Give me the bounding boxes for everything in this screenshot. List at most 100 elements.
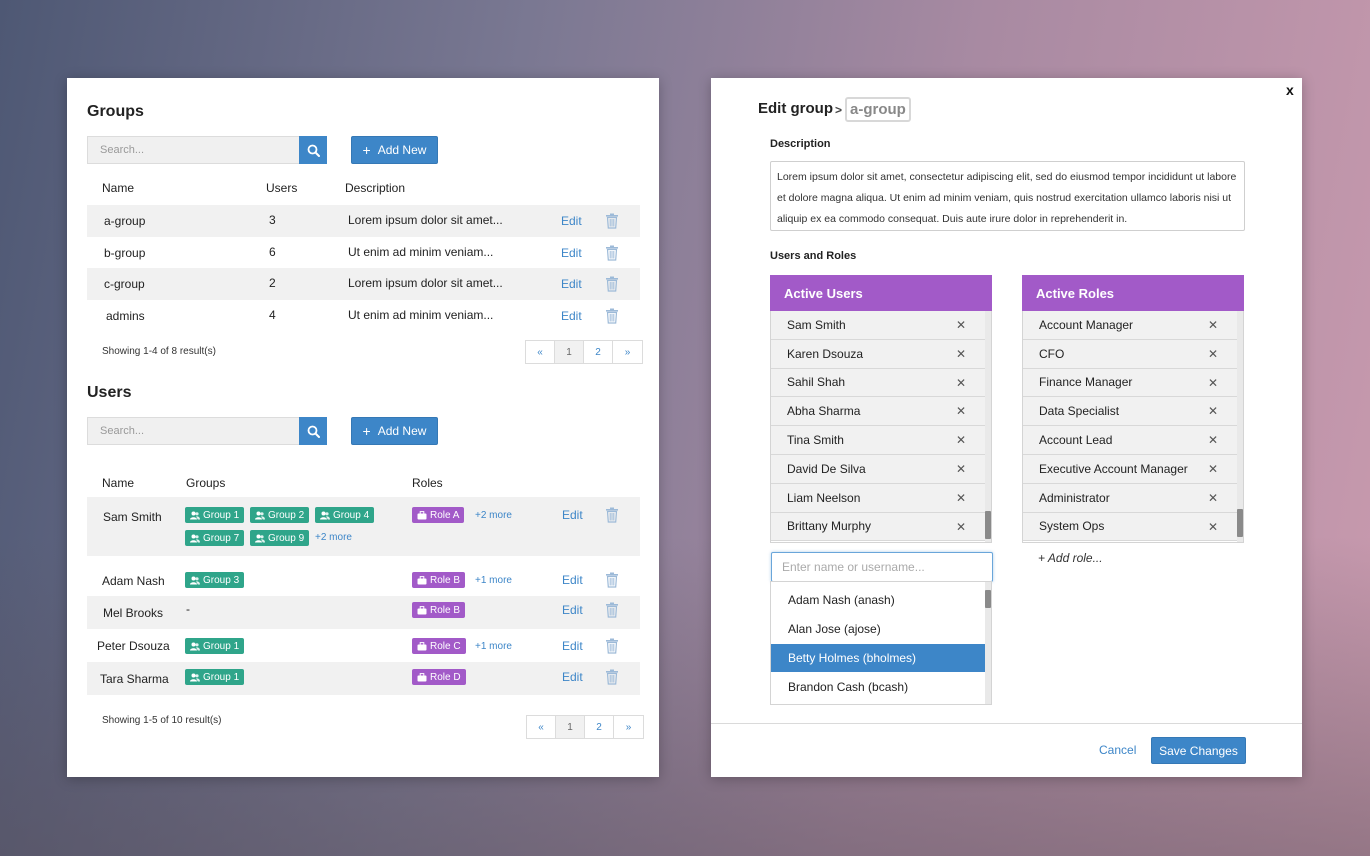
add-role-link[interactable]: + Add role...: [1038, 551, 1103, 565]
users-page-prev[interactable]: «: [527, 716, 556, 738]
groups-more-link[interactable]: +2 more: [315, 532, 352, 543]
trash-icon[interactable]: [605, 572, 619, 588]
group-edit-link[interactable]: Edit: [561, 246, 582, 260]
user-row: Sam Smith Group 1 Group 2 Group 4 Group 7 Gro…: [87, 497, 640, 556]
active-role-item: Administrator ✕: [1023, 483, 1238, 513]
roles-more-link[interactable]: +2 more: [475, 510, 512, 521]
close-icon[interactable]: ✕: [956, 433, 966, 447]
trash-icon[interactable]: [605, 669, 619, 685]
description-field[interactable]: Lorem ipsum dolor sit amet, consectetur …: [770, 161, 1245, 231]
close-icon[interactable]: ✕: [956, 462, 966, 476]
user-edit-link[interactable]: Edit: [562, 670, 583, 684]
close-icon[interactable]: ✕: [956, 404, 966, 418]
group-tag-label: Group 7: [203, 532, 240, 544]
group-edit-link[interactable]: Edit: [561, 277, 582, 291]
groups-page-1[interactable]: 1: [555, 341, 584, 363]
users-search-input[interactable]: [87, 417, 299, 445]
trash-icon[interactable]: [605, 308, 619, 324]
group-tag[interactable]: Group 7: [185, 530, 245, 546]
groups-add-new-button[interactable]: + Add New: [351, 136, 438, 164]
role-tag[interactable]: Role B: [412, 572, 466, 588]
suggestions-scrollbar[interactable]: [985, 582, 991, 704]
roles-more-link[interactable]: +1 more: [475, 641, 512, 652]
role-tag[interactable]: Role B: [412, 602, 466, 618]
users-icon: [255, 511, 268, 520]
users-page-next[interactable]: »: [614, 716, 643, 738]
trash-icon[interactable]: [605, 245, 619, 261]
close-icon[interactable]: ✕: [1208, 318, 1218, 332]
users-icon: [190, 576, 203, 585]
group-tag[interactable]: Group 3: [185, 572, 245, 588]
user-suggestion-item[interactable]: Adam Nash (anash): [771, 586, 986, 615]
users-page-2[interactable]: 2: [585, 716, 614, 738]
user-suggestion-item[interactable]: Brandon Cash (bcash): [771, 672, 986, 701]
close-icon[interactable]: ✕: [956, 491, 966, 505]
users-showing-count: Showing 1-5 of 10 result(s): [102, 715, 222, 726]
active-role-item: Data Specialist ✕: [1023, 397, 1238, 427]
user-edit-link[interactable]: Edit: [562, 573, 583, 587]
close-icon[interactable]: ✕: [1208, 347, 1218, 361]
group-row: admins 4 Ut enim ad minim veniam... Edit: [87, 300, 640, 332]
trash-icon[interactable]: [605, 276, 619, 292]
active-role-item: Account Manager ✕: [1023, 311, 1238, 340]
role-tag[interactable]: Role D: [412, 669, 466, 685]
user-edit-link[interactable]: Edit: [562, 508, 583, 522]
group-edit-link[interactable]: Edit: [561, 214, 582, 228]
group-edit-link[interactable]: Edit: [561, 309, 582, 323]
groups-page-prev[interactable]: «: [526, 341, 555, 363]
user-edit-link[interactable]: Edit: [562, 639, 583, 653]
user-name: Tara Sharma: [100, 672, 169, 686]
active-users-scrollbar[interactable]: [985, 311, 991, 542]
trash-icon[interactable]: [605, 213, 619, 229]
users-add-new-button[interactable]: + Add New: [351, 417, 438, 445]
active-user-item: Tina Smith ✕: [771, 426, 986, 455]
group-tag[interactable]: Group 4: [315, 507, 375, 523]
active-roles-scrollbar[interactable]: [1237, 311, 1243, 542]
save-changes-button[interactable]: Save Changes: [1151, 737, 1246, 764]
active-role-item-label: Finance Manager: [1039, 375, 1133, 390]
close-icon[interactable]: x: [1286, 82, 1294, 98]
user-name: Adam Nash: [102, 574, 165, 588]
close-icon[interactable]: ✕: [1208, 404, 1218, 418]
groups-page-2[interactable]: 2: [584, 341, 613, 363]
active-user-item: Sahil Shah ✕: [771, 368, 986, 398]
group-row: b-group 6 Ut enim ad minim veniam... Edit: [87, 237, 640, 269]
active-user-item-label: Sam Smith: [787, 317, 846, 332]
close-icon[interactable]: ✕: [1208, 491, 1218, 505]
trash-icon[interactable]: [605, 507, 619, 523]
user-search-input[interactable]: [771, 552, 993, 582]
user-suggestion-item[interactable]: Alan Jose (ajose): [771, 615, 986, 644]
groups-search-button[interactable]: [299, 136, 327, 164]
user-suggestion-item[interactable]: Betty Holmes (bholmes): [771, 643, 986, 673]
close-icon[interactable]: ✕: [956, 318, 966, 332]
users-icon: [190, 673, 203, 682]
close-icon[interactable]: ✕: [956, 520, 966, 534]
users-search-button[interactable]: [299, 417, 327, 445]
active-role-item: Account Lead ✕: [1023, 426, 1238, 455]
groups-pagination: « 1 2 »: [525, 340, 643, 364]
roles-more-link[interactable]: +1 more: [475, 575, 512, 586]
briefcase-icon: [417, 575, 430, 585]
group-tag[interactable]: Group 1: [185, 507, 245, 523]
close-icon[interactable]: ✕: [956, 347, 966, 361]
trash-icon[interactable]: [605, 602, 619, 618]
group-tag[interactable]: Group 1: [185, 638, 245, 654]
group-tag[interactable]: Group 1: [185, 669, 245, 685]
role-tag-label: Role D: [430, 671, 461, 683]
cancel-button[interactable]: Cancel: [1099, 743, 1136, 757]
groups-search-input[interactable]: [87, 136, 299, 164]
close-icon[interactable]: ✕: [1208, 433, 1218, 447]
group-tag[interactable]: Group 2: [250, 507, 310, 523]
role-tag[interactable]: Role A: [412, 507, 465, 523]
user-edit-link[interactable]: Edit: [562, 603, 583, 617]
close-icon[interactable]: ✕: [956, 376, 966, 390]
close-icon[interactable]: ✕: [1208, 520, 1218, 534]
trash-icon[interactable]: [605, 638, 619, 654]
close-icon[interactable]: ✕: [1208, 462, 1218, 476]
users-header-roles: Roles: [412, 476, 443, 490]
role-tag[interactable]: Role C: [412, 638, 466, 654]
groups-page-next[interactable]: »: [613, 341, 642, 363]
users-page-1[interactable]: 1: [556, 716, 585, 738]
group-tag[interactable]: Group 9: [250, 530, 310, 546]
close-icon[interactable]: ✕: [1208, 376, 1218, 390]
